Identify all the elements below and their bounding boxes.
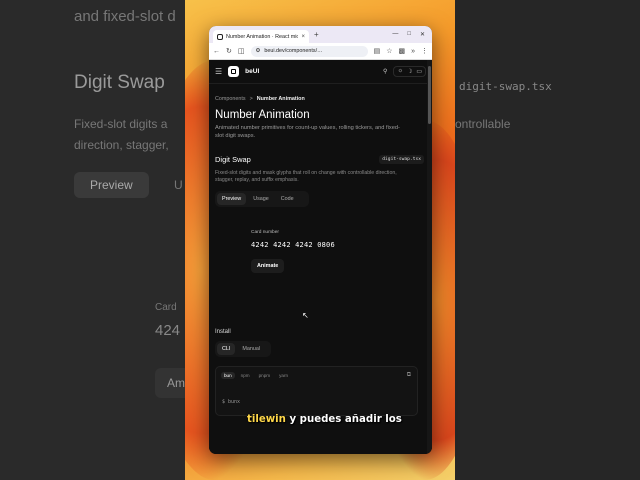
site-brand[interactable]: beUI — [245, 68, 259, 75]
system-theme-icon[interactable]: ▭ — [416, 68, 422, 75]
expand-icon[interactable]: » — [411, 48, 415, 55]
ghost-text: and fixed-slot d — [74, 8, 176, 25]
maximize-icon[interactable]: □ — [407, 31, 411, 38]
ghost-file: digit-swap.tsx — [459, 80, 552, 93]
hamburger-menu-icon[interactable]: ☰ — [215, 67, 222, 76]
dark-theme-icon[interactable]: ☽ — [407, 68, 412, 75]
blurred-background-right: digit-swap.tsx ontrollable — [455, 0, 640, 480]
ghost-animate: Am — [155, 368, 185, 398]
ghost-preview-tab: Preview — [74, 172, 149, 198]
tab-close-icon[interactable]: × — [301, 34, 305, 40]
minimize-icon[interactable]: — — [392, 31, 398, 38]
menu-kebab-icon[interactable]: ⋮ — [421, 47, 428, 55]
page-title: Number Animation — [215, 109, 310, 121]
install-app-icon[interactable]: ▤ — [374, 47, 381, 55]
light-theme-icon[interactable]: ☼ — [397, 68, 403, 75]
tab-strip: Number Animation · React micr… × + — □ ✕ — [209, 26, 432, 43]
split-view-icon[interactable]: ◫ — [238, 47, 245, 55]
browser-window: Number Animation · React micr… × + — □ ✕… — [209, 26, 432, 454]
caption-highlight: tilewin — [247, 414, 286, 425]
search-icon[interactable]: ⚲ — [383, 68, 387, 75]
breadcrumb: Components > Number Animation — [215, 96, 424, 102]
content: Components > Number Animation Number Ani… — [209, 96, 432, 416]
tab-manual[interactable]: Manual — [237, 343, 265, 355]
breadcrumb-root[interactable]: Components — [215, 96, 246, 102]
toolbar: ← ↻ ◫ ⚙ beui.dev/components/… ▤ ☆ ▩ » ⋮ — [209, 43, 432, 60]
view-tabs: Preview Usage Code — [215, 191, 309, 207]
animate-button[interactable]: Animate — [251, 259, 285, 273]
copy-icon[interactable]: ⧉ — [407, 372, 411, 379]
tab-pnpm[interactable]: pnpm — [256, 372, 274, 379]
tab-title: Number Animation · React micr… — [226, 33, 299, 40]
scrollbar-thumb[interactable] — [428, 66, 431, 124]
extensions-icon[interactable]: ▩ — [398, 47, 405, 55]
card-number-label: Card number — [251, 230, 279, 235]
bookmark-star-icon[interactable]: ☆ — [386, 47, 392, 55]
browser-tab[interactable]: Number Animation · React micr… × — [213, 30, 309, 43]
ghost-card-label: Card — [155, 302, 177, 313]
tab-npm[interactable]: npm — [238, 372, 253, 379]
theme-switcher: ☼ ☽ ▭ — [393, 66, 426, 77]
tab-bun[interactable]: bun — [221, 372, 235, 379]
favicon-icon — [217, 33, 223, 40]
site-logo-icon[interactable] — [228, 66, 240, 77]
tab-preview[interactable]: Preview — [217, 193, 247, 205]
ghost-title: Digit Swap — [74, 72, 165, 93]
package-manager-box: bun npm pnpm yarn ⧉ $ bunx — [215, 366, 418, 416]
ghost-usage-tab: U — [174, 178, 183, 192]
file-badge: digit-swap.tsx — [379, 155, 424, 164]
section-title: Digit Swap — [215, 155, 251, 164]
install-heading: Install — [215, 329, 231, 335]
reload-icon[interactable]: ↻ — [226, 47, 232, 55]
section-description: Fixed-slot digits and mask glyphs that r… — [215, 170, 397, 183]
install-command: $ bunx — [222, 399, 241, 405]
ghost-desc: ontrollable — [455, 117, 511, 131]
breadcrumb-current: Number Animation — [256, 96, 305, 102]
close-window-icon[interactable]: ✕ — [420, 31, 425, 38]
preview-area: Card number 4242 4242 4242 0806 Animate … — [215, 207, 424, 327]
ghost-desc-2: direction, stagger, — [74, 138, 169, 152]
caption-text: y puedes añadir los — [285, 414, 402, 425]
breadcrumb-separator-icon: > — [249, 96, 253, 102]
page-description: Animated number primitives for count-up … — [215, 125, 400, 139]
site-header: ☰ beUI ⚲ ☼ ☽ ▭ — [209, 60, 432, 84]
ghost-card-number: 424 — [155, 322, 181, 339]
site-info-icon[interactable]: ⚙ — [256, 48, 261, 54]
tab-yarn[interactable]: yarn — [276, 372, 291, 379]
web-page: ☰ beUI ⚲ ☼ ☽ ▭ Components > Number Anima… — [209, 60, 432, 454]
url-text: beui.dev/components/… — [264, 48, 323, 54]
tab-cli[interactable]: CLI — [217, 343, 236, 355]
page-scrollbar[interactable] — [427, 60, 432, 454]
header-actions: ⚲ ☼ ☽ ▭ — [383, 66, 426, 77]
package-manager-tabs: bun npm pnpm yarn — [216, 367, 417, 384]
blurred-background-left: and fixed-slot d Digit Swap Fixed-slot d… — [0, 0, 185, 480]
tab-code[interactable]: Code — [276, 193, 299, 205]
tab-usage[interactable]: Usage — [248, 193, 274, 205]
new-tab-button[interactable]: + — [314, 30, 319, 39]
address-bar[interactable]: ⚙ beui.dev/components/… — [250, 45, 368, 57]
install-tabs: CLI Manual — [215, 341, 271, 357]
mouse-cursor-icon: ↖ — [302, 311, 309, 320]
back-icon[interactable]: ← — [213, 48, 220, 55]
screen: and fixed-slot d Digit Swap Fixed-slot d… — [0, 0, 640, 480]
window-controls: — □ ✕ — [392, 31, 428, 38]
section-header: Digit Swap digit-swap.tsx — [215, 155, 424, 164]
video-caption: tilewin y puedes añadir los — [247, 414, 402, 425]
ghost-desc-1: Fixed-slot digits a — [74, 117, 168, 131]
card-number-value: 4242 4242 4242 0806 — [251, 241, 335, 249]
